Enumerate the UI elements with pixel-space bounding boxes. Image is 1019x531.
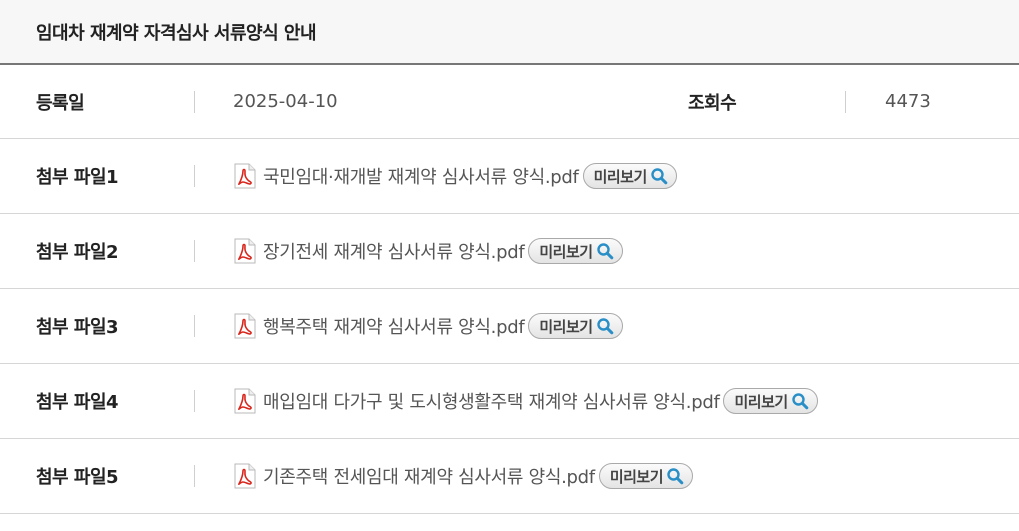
preview-button[interactable]: 미리보기	[598, 463, 694, 489]
attachment-label: 첨부 파일3	[36, 317, 119, 338]
divider	[194, 390, 195, 412]
pdf-icon	[234, 163, 256, 189]
preview-button[interactable]: 미리보기	[582, 163, 677, 189]
attachment-row-3: 첨부 파일3 행복주택 재계약 심사서류 양식.pdf 미리보기	[0, 289, 1019, 364]
attachment-file-link[interactable]: 매입임대 다가구 및 도시형생활주택 재계약 심사서류 양식.pdf	[263, 388, 720, 414]
preview-label: 미리보기	[539, 242, 593, 261]
preview-button[interactable]: 미리보기	[528, 238, 623, 264]
preview-label: 미리보기	[539, 317, 593, 336]
divider	[194, 90, 195, 113]
date-value: 2025-04-10	[233, 91, 338, 112]
divider	[194, 315, 195, 337]
preview-label: 미리보기	[734, 392, 788, 411]
meta-row: 등록일 2025-04-10 조회수 4473	[0, 65, 1019, 139]
pdf-icon	[234, 388, 256, 414]
search-icon	[596, 243, 613, 260]
search-icon	[667, 468, 684, 485]
pdf-icon	[234, 313, 256, 339]
title-bar: 임대차 재계약 자격심사 서류양식 안내	[0, 0, 1019, 65]
attachment-file-link[interactable]: 기존주택 전세임대 재계약 심사서류 양식.pdf	[263, 463, 595, 489]
attachment-label: 첨부 파일1	[36, 167, 119, 188]
attachment-label: 첨부 파일5	[36, 467, 119, 488]
preview-button[interactable]: 미리보기	[723, 388, 818, 414]
search-icon	[791, 393, 808, 410]
search-icon	[596, 318, 613, 335]
attachment-file-link[interactable]: 장기전세 재계약 심사서류 양식.pdf	[263, 238, 525, 264]
attachment-row-2: 첨부 파일2 장기전세 재계약 심사서류 양식.pdf 미리보기	[0, 214, 1019, 289]
attachment-label: 첨부 파일2	[36, 242, 119, 263]
divider	[194, 240, 195, 262]
preview-button[interactable]: 미리보기	[528, 313, 623, 339]
attachment-file-link[interactable]: 행복주택 재계약 심사서류 양식.pdf	[263, 313, 525, 339]
views-value: 4473	[885, 91, 931, 112]
preview-label: 미리보기	[609, 467, 664, 486]
attachment-row-4: 첨부 파일4 매입임대 다가구 및 도시형생활주택 재계약 심사서류 양식.pd…	[0, 364, 1019, 439]
divider	[194, 165, 195, 187]
divider	[194, 465, 195, 487]
divider	[845, 90, 846, 113]
search-icon	[651, 168, 668, 185]
pdf-icon	[234, 238, 256, 264]
attachment-file-link[interactable]: 국민임대·재개발 재계약 심사서류 양식.pdf	[263, 163, 579, 189]
preview-label: 미리보기	[593, 167, 648, 186]
attachment-row-1: 첨부 파일1 국민임대·재개발 재계약 심사서류 양식.pdf 미리보기	[0, 139, 1019, 214]
pdf-icon	[234, 463, 256, 489]
page-title: 임대차 재계약 자격심사 서류양식 안내	[36, 22, 317, 44]
views-label: 조회수	[688, 92, 737, 114]
date-label: 등록일	[36, 92, 85, 114]
attachment-label: 첨부 파일4	[36, 392, 119, 413]
attachment-row-5: 첨부 파일5 기존주택 전세임대 재계약 심사서류 양식.pdf 미리보기	[0, 439, 1019, 514]
